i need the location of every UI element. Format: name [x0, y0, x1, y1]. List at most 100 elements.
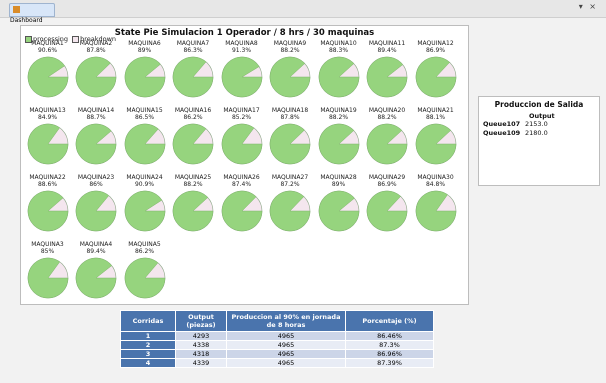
pie-slice-processing [415, 123, 456, 165]
pie-maquina24: MAQUINA24 90.9% [121, 174, 168, 233]
header-produccion: Produccion al 90% en jornada de 8 horas [226, 310, 346, 332]
pie-percent-label: 88.2% [280, 47, 300, 54]
pie-name-label: MAQUINA20 [368, 107, 406, 114]
pie-chart [172, 56, 214, 98]
pie-chart [27, 123, 68, 165]
output-panel: Produccion de Salida Output Queue107 2153… [478, 96, 600, 186]
pie-chart [75, 257, 117, 299]
pie-name-label: MAQUINA2 [79, 40, 113, 47]
pie-percent-label: 86.9% [425, 47, 446, 54]
pie-maquina29: MAQUINA29 86.9% [364, 174, 411, 233]
pie-percent-label: 86% [89, 181, 103, 188]
window-controls[interactable]: ▾ × [579, 2, 598, 11]
pie-name-label: MAQUINA24 [126, 174, 163, 181]
pie-percent-label: 90.9% [134, 181, 155, 188]
pie-slice-processing [124, 56, 165, 98]
pie-chart [366, 123, 408, 165]
pie-name-label: MAQUINA8 [225, 40, 258, 47]
pie-slice-processing [75, 56, 117, 98]
pie-chart [318, 123, 359, 165]
pie-chart [124, 190, 165, 232]
output-panel-title: Produccion de Salida [494, 100, 584, 109]
pie-chart [172, 190, 214, 232]
pie-name-label: MAQUINA21 [417, 107, 454, 114]
pie-chart [318, 190, 359, 232]
pie-chart [415, 123, 456, 165]
pie-name-label: MAQUINA25 [174, 174, 212, 181]
output-row: Queue109 2180.0 [483, 129, 548, 137]
pie-maquina2: MAQUINA2 87.8% [73, 40, 120, 99]
pie-name-label: MAQUINA17 [223, 107, 260, 114]
pie-maquina23: MAQUINA23 86% [73, 174, 120, 233]
pie-slice-processing [366, 123, 408, 165]
table-row: 4 4339 4965 87.39% [120, 358, 434, 368]
pie-name-label: MAQUINA19 [320, 107, 357, 114]
pie-maquina15: MAQUINA15 86.5% [121, 107, 168, 166]
header-corridas: Corridas [120, 310, 176, 332]
queue-output: 2153.0 [525, 120, 548, 128]
output-row: Queue107 2153.0 [483, 120, 548, 128]
cell-porcentaje: 86.96% [345, 349, 434, 359]
cell-produccion: 4965 [226, 340, 346, 350]
pie-name-label: MAQUINA28 [320, 174, 357, 181]
pie-maquina16: MAQUINA16 86.2% [170, 107, 217, 166]
pie-chart [366, 190, 408, 232]
pie-chart [27, 257, 68, 299]
pie-percent-label: 86.3% [183, 47, 203, 54]
pie-percent-label: 86.2% [134, 248, 155, 255]
pie-chart [75, 190, 117, 232]
pie-chart [27, 56, 68, 98]
pie-percent-label: 84.8% [425, 181, 446, 188]
pie-maquina6: MAQUINA6 89% [121, 40, 168, 99]
cell-corrida: 2 [120, 340, 176, 350]
pie-chart [221, 56, 262, 98]
pie-chart [172, 123, 214, 165]
pie-slice-processing [269, 123, 311, 165]
pie-percent-label: 86.9% [377, 181, 397, 188]
pie-percent-label: 89% [331, 181, 346, 188]
pie-chart [27, 190, 68, 232]
results-table: Corridas Output (piezas) Produccion al 9… [120, 310, 434, 368]
pie-percent-label: 88.2% [377, 114, 397, 121]
queue-name: Queue109 [483, 129, 521, 137]
pie-percent-label: 87.8% [280, 114, 300, 121]
pie-name-label: MAQUINA10 [320, 40, 357, 47]
pie-percent-label: 88.3% [328, 47, 349, 54]
pie-maquina19: MAQUINA19 88.2% [315, 107, 362, 166]
pie-maquina22: MAQUINA22 88.6% [24, 174, 71, 233]
cell-output: 4339 [175, 358, 227, 368]
pie-slice-processing [75, 257, 117, 299]
pie-percent-label: 89.4% [377, 47, 397, 54]
tab-dashboard[interactable]: Dashboard [9, 3, 55, 24]
pie-percent-label: 88.1% [425, 114, 446, 121]
pie-slice-processing [318, 190, 359, 232]
pie-percent-label: 88.2% [183, 181, 203, 188]
pie-maquina18: MAQUINA18 87.8% [267, 107, 314, 166]
pie-percent-label: 85.2% [231, 114, 252, 121]
cell-porcentaje: 87.39% [345, 358, 434, 368]
pie-chart [269, 56, 311, 98]
state-pie-chart-panel: State Pie Simulacion 1 Operador / 8 hrs … [20, 25, 469, 305]
cell-porcentaje: 87.3% [345, 340, 434, 350]
pie-slice-processing [269, 56, 311, 98]
cell-output: 4293 [175, 331, 227, 341]
pie-maquina21: MAQUINA21 88.1% [412, 107, 459, 166]
pie-percent-label: 88.7% [86, 114, 106, 121]
pie-percent-label: 91.3% [231, 47, 252, 54]
pie-slice-processing [366, 56, 408, 98]
pie-maquina30: MAQUINA30 84.8% [412, 174, 459, 233]
pie-maquina11: MAQUINA11 89.4% [364, 40, 411, 99]
cell-corrida: 3 [120, 349, 176, 359]
pie-name-label: MAQUINA7 [176, 40, 210, 47]
pie-name-label: MAQUINA14 [77, 107, 115, 114]
pie-percent-label: 86.5% [134, 114, 155, 121]
pie-chart [75, 123, 117, 165]
pie-slice-processing [124, 190, 165, 232]
pie-chart [415, 56, 456, 98]
pie-percent-label: 90.6% [37, 47, 58, 54]
pie-maquina13: MAQUINA13 84.9% [24, 107, 71, 166]
pie-name-label: MAQUINA1 [31, 40, 64, 47]
pie-slice-processing [27, 190, 68, 232]
pie-slice-processing [318, 56, 359, 98]
pie-maquina27: MAQUINA27 87.2% [267, 174, 314, 233]
